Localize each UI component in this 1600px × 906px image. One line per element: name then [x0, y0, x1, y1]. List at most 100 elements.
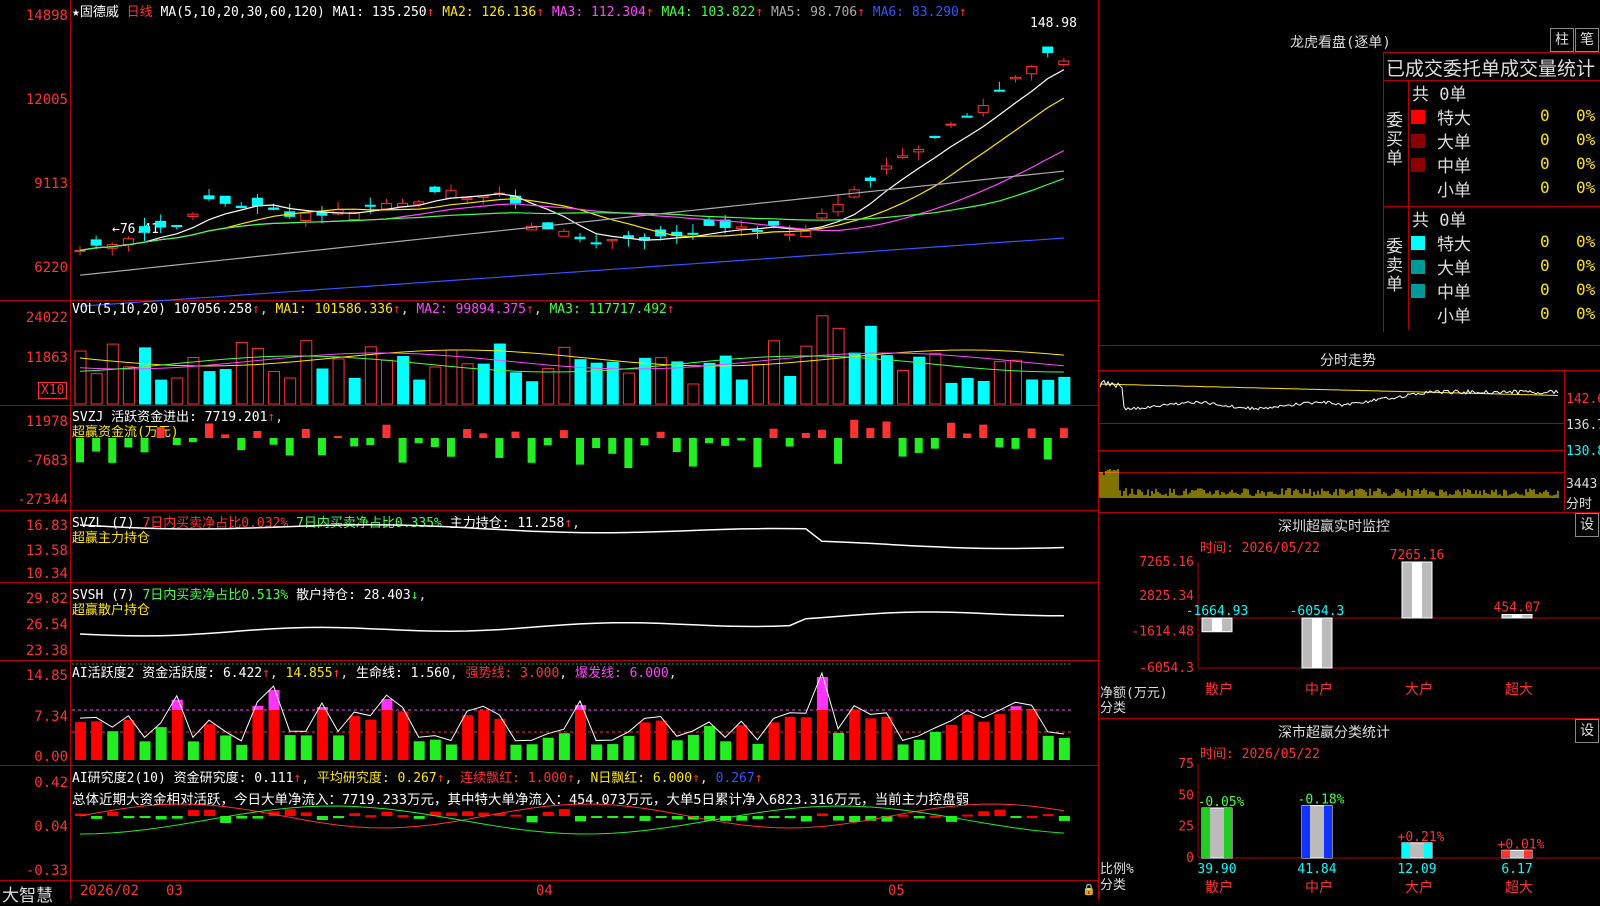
sz-monitor-category: 散户 — [1205, 681, 1233, 698]
research-bar — [1027, 816, 1038, 818]
vol-unit-badge[interactable]: X10 — [38, 382, 67, 399]
candle-body — [204, 196, 214, 199]
price-candles — [72, 20, 1096, 300]
order-color-swatch — [1411, 308, 1425, 322]
candle-body — [269, 208, 279, 209]
activity-bar — [865, 718, 876, 760]
sz-monitor-settings-button[interactable]: 设 — [1575, 513, 1599, 537]
candle-body — [881, 166, 891, 169]
fund-flow-bar — [624, 438, 632, 468]
ai-research-bars — [72, 800, 1096, 878]
order-type-label: 特大 — [1437, 104, 1471, 129]
activity-bar — [672, 740, 683, 760]
tick-mode-button[interactable]: 笔 — [1575, 28, 1599, 52]
candle-body — [575, 237, 585, 239]
vol-axis-label: 11863 — [0, 350, 68, 366]
activity-bar — [75, 722, 86, 760]
sz-class-bar-right — [1324, 806, 1332, 858]
volume-bar — [204, 372, 215, 404]
volume-bar — [188, 358, 199, 404]
stock-name[interactable]: 固德威 — [80, 5, 119, 20]
order-count: 0 — [1540, 232, 1550, 251]
sz-class-title: 深市超赢分类统计 — [1278, 722, 1390, 742]
candle-body — [736, 227, 746, 229]
research-bar — [107, 812, 118, 816]
activity-bar — [914, 740, 925, 760]
fund-flow-bar — [286, 438, 294, 455]
pane-divider — [0, 880, 1100, 881]
activity-bar — [236, 745, 247, 760]
activity-bar — [559, 733, 570, 760]
order-type-label: 中单 — [1437, 152, 1471, 177]
ai-act-axis-label: 0.00 — [0, 749, 68, 765]
volume-bar — [107, 344, 118, 404]
intraday-axis-label: 3443 — [1566, 477, 1597, 492]
bar-mode-button[interactable]: 柱 — [1550, 28, 1574, 52]
candle-body — [817, 213, 827, 218]
activity-bar — [607, 744, 618, 760]
volume-bar — [785, 376, 796, 404]
ai-res-v5: 0.267 — [716, 771, 755, 786]
fund-flow-bar — [592, 438, 600, 448]
up-arrow-icon: ↑ — [857, 5, 865, 20]
volume-bar — [398, 357, 409, 404]
buy-side-label: 委买单 — [1386, 112, 1404, 169]
period-label[interactable]: 日线 — [127, 5, 153, 20]
svsh-axis-label: 26.54 — [0, 617, 68, 633]
activity-bar — [898, 744, 909, 760]
research-bar — [575, 816, 586, 821]
research-bar — [381, 812, 392, 816]
order-count: 0 — [1540, 178, 1550, 197]
research-bar — [349, 813, 360, 816]
volume-bar — [914, 357, 925, 404]
sz-class-bar-left — [1402, 843, 1410, 858]
ma-value-5: MA5: 98.706 — [763, 5, 857, 20]
research-bar — [817, 813, 828, 816]
research-bar — [204, 810, 215, 816]
fund-flow-bar — [689, 438, 697, 467]
fund-flow-bar — [334, 436, 342, 438]
candle-body — [704, 220, 714, 225]
sz-class-settings-button[interactable]: 设 — [1575, 719, 1599, 743]
sz-monitor-bar-value: -6054.3 — [1290, 604, 1345, 619]
up-arrow-icon: ↑ — [959, 5, 967, 20]
ma-value-4: MA4: 103.822 — [654, 5, 756, 20]
volume-bar — [769, 341, 780, 404]
activity-bar — [752, 744, 763, 760]
fund-flow-bar — [382, 425, 390, 438]
ai-res-label: AI研究度2(10) 资金研究度: 0.111 — [72, 771, 293, 786]
research-bar — [123, 816, 134, 818]
price-header: ★固德威 日线 MA(5,10,20,30,60,120) MA1: 135.2… — [72, 1, 967, 20]
order-percent: 0% — [1576, 256, 1595, 275]
fund-flow-bar — [415, 438, 423, 443]
sz-class-bar-value: 12.09 — [1397, 862, 1436, 877]
activity-bar — [881, 717, 892, 760]
fund-flow-bar — [947, 423, 955, 438]
vol-axis-label: 24022 — [0, 310, 68, 326]
volume-bar — [333, 359, 344, 404]
vol-value: 107056.258 — [174, 302, 252, 317]
sz-class-bar-delta: -0.05% — [1198, 795, 1245, 810]
order-percent: 0% — [1576, 106, 1595, 125]
fund-flow-bar — [705, 438, 713, 443]
sz-class-chart: 7550250-0.05%39.90散户-0.18%41.84中户+0.21%1… — [1100, 758, 1600, 900]
lock-icon[interactable]: 🔒 — [1082, 883, 1096, 896]
research-bar — [252, 816, 263, 819]
activity-bar — [478, 710, 489, 760]
pane-divider — [0, 510, 1100, 511]
intraday-chart[interactable] — [1100, 372, 1564, 510]
research-bar — [962, 815, 973, 817]
research-bar — [510, 815, 521, 817]
sz-class-bar-right — [1224, 808, 1232, 858]
volume-bar — [349, 378, 360, 404]
order-type-label: 大单 — [1437, 254, 1471, 279]
ma-value-1: MA1: 135.250 — [333, 5, 427, 20]
svzl-axis-label: 10.34 — [0, 566, 68, 582]
svzj-axis-label: 11978 — [0, 414, 68, 430]
activity-bar — [994, 714, 1005, 760]
sz-class-category: 中户 — [1305, 879, 1333, 896]
svzl-line — [72, 520, 1096, 580]
vol-ma1: MA1: 101586.336 — [276, 302, 393, 317]
activity-bar — [188, 741, 199, 760]
volume-bar — [236, 343, 247, 404]
